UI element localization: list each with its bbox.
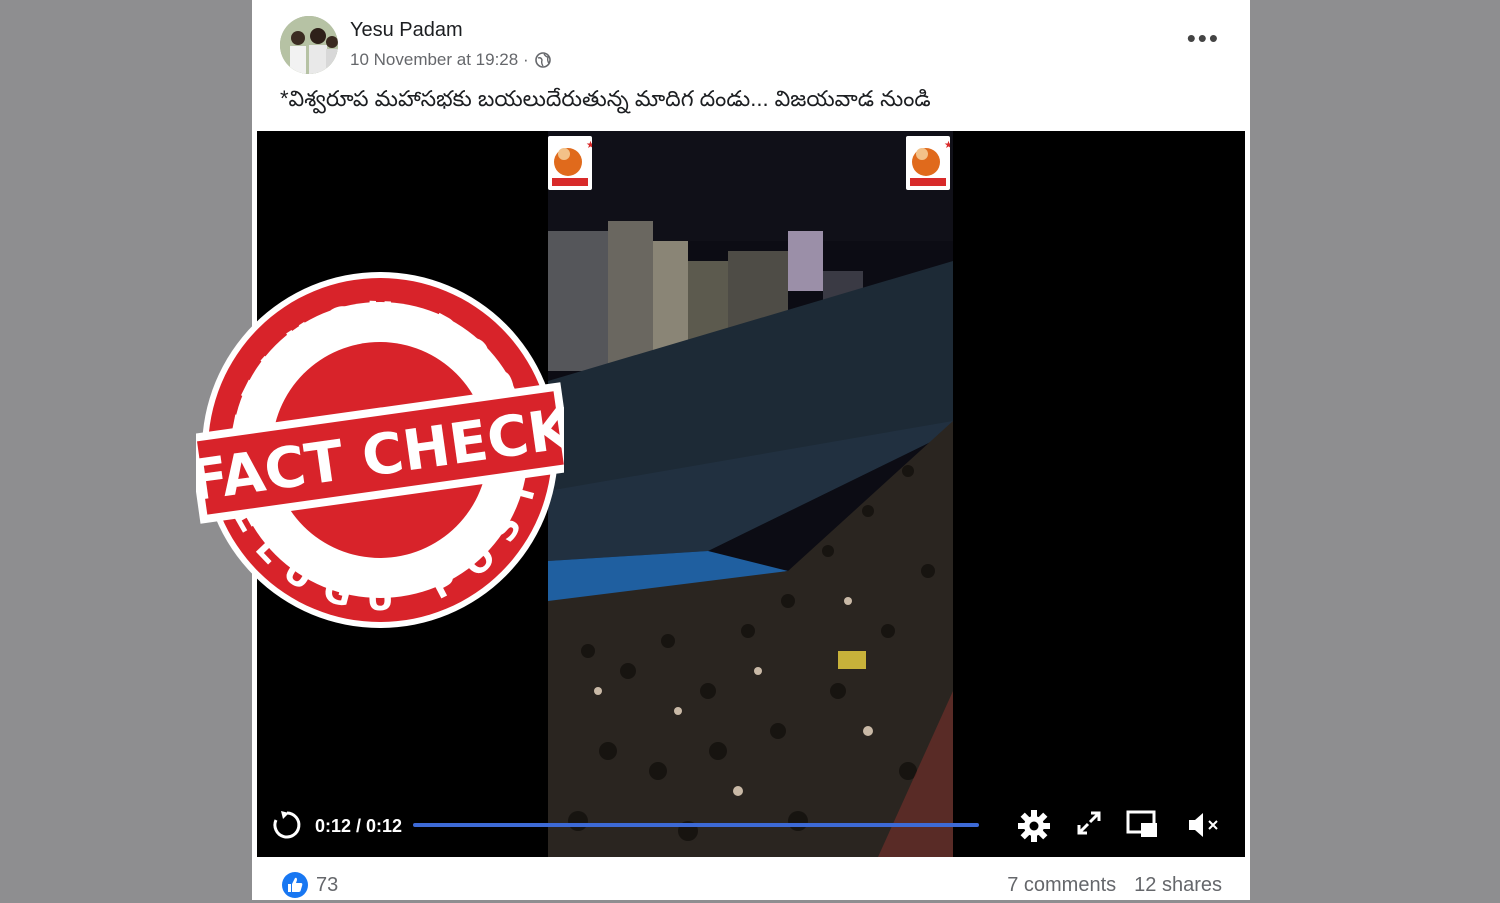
fullscreen-icon[interactable]: [1075, 809, 1103, 837]
share-count[interactable]: 12 shares: [1134, 874, 1222, 897]
avatar[interactable]: [280, 16, 338, 74]
like-count[interactable]: 73: [316, 874, 338, 897]
video-frame: ★ ★: [548, 131, 953, 857]
like-reaction-icon[interactable]: [282, 872, 308, 898]
channel-logo-left: ★: [548, 136, 595, 190]
post-caption: *విశ్వరూప మహాసభకు బయలుదేరుతున్న మాదిగ దం…: [280, 86, 931, 111]
svg-text:★: ★: [944, 140, 950, 151]
globe-icon: [534, 52, 551, 68]
pip-icon[interactable]: [1125, 809, 1159, 841]
mute-icon[interactable]: [1185, 809, 1221, 841]
post-timestamp[interactable]: 10 November at 19:28 ·: [350, 50, 529, 70]
post-meta: 10 November at 19:28 ·: [350, 50, 551, 70]
post-stats: 7 comments 12 shares: [1007, 874, 1222, 897]
more-options-button[interactable]: •••: [1187, 25, 1220, 51]
svg-text:★: ★: [586, 140, 592, 151]
video-time: 0:12 / 0:12: [315, 816, 403, 836]
channel-logo-right: ★: [906, 136, 953, 190]
gear-icon[interactable]: [1017, 809, 1051, 843]
author-name[interactable]: Yesu Padam: [350, 19, 463, 42]
progress-bar[interactable]: [413, 823, 979, 827]
reactions-bar: 73 7 comments 12 shares: [252, 866, 1250, 900]
video-controls: 0:12 / 0:12: [257, 801, 1245, 851]
fact-check-stamp: TELUGU POST TELUGU POST FACT CHECK: [196, 272, 564, 628]
comment-count[interactable]: 7 comments: [1007, 874, 1116, 897]
replay-icon[interactable]: [271, 809, 303, 841]
